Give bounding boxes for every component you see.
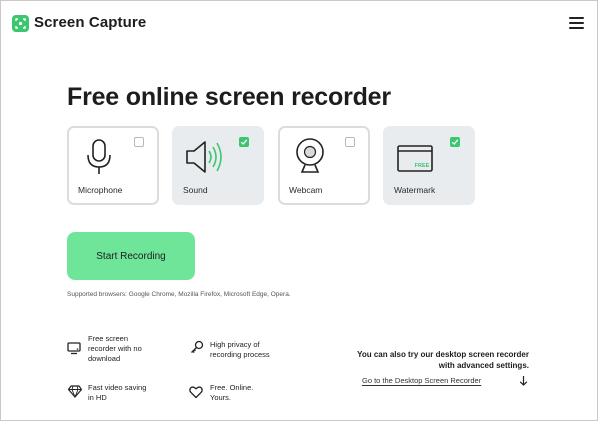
- checkbox-microphone[interactable]: [134, 137, 144, 147]
- checkbox-watermark[interactable]: [450, 137, 460, 147]
- desktop-promo-text: You can also try our desktop screen reco…: [357, 350, 529, 370]
- header: Screen Capture: [0, 0, 600, 46]
- heart-icon: [189, 386, 203, 399]
- feature-fast-saving: Fast video saving in HD: [88, 383, 147, 402]
- checkbox-sound[interactable]: [239, 137, 249, 147]
- checkbox-webcam[interactable]: [345, 137, 355, 147]
- option-label: Webcam: [289, 185, 323, 195]
- option-label: Microphone: [78, 185, 123, 195]
- start-recording-button[interactable]: Start Recording: [67, 232, 195, 280]
- speaker-icon: [186, 141, 222, 173]
- hamburger-menu-icon[interactable]: [569, 17, 584, 29]
- option-card-watermark[interactable]: FREE Watermark: [383, 126, 475, 205]
- monitor-icon: [67, 342, 81, 355]
- feature-no-download: Free screen recorder with no download: [88, 334, 142, 363]
- page-title: Free online screen recorder: [67, 83, 391, 111]
- option-card-sound[interactable]: Sound: [172, 126, 264, 205]
- feature-privacy: High privacy of recording process: [210, 340, 270, 359]
- feature-free-online: Free. Online. Yours.: [210, 383, 254, 402]
- desktop-recorder-link[interactable]: Go to the Desktop Screen Recorder: [362, 376, 481, 385]
- option-label: Watermark: [394, 185, 436, 195]
- option-label: Sound: [183, 185, 208, 195]
- privacy-key-icon: [191, 340, 204, 354]
- watermark-badge: FREE: [415, 163, 430, 169]
- supported-browsers-note: Supported browsers: Google Chrome, Mozil…: [67, 291, 291, 298]
- diamond-icon: [68, 385, 82, 398]
- option-card-webcam[interactable]: Webcam: [278, 126, 370, 205]
- camera-focus-icon[interactable]: [12, 15, 29, 32]
- microphone-icon: [87, 139, 111, 174]
- option-card-microphone[interactable]: Microphone: [67, 126, 159, 205]
- webcam-icon: [296, 138, 324, 173]
- brand-name[interactable]: Screen Capture: [34, 14, 146, 31]
- watermark-icon: FREE: [397, 145, 433, 172]
- arrow-down-icon[interactable]: [519, 375, 528, 386]
